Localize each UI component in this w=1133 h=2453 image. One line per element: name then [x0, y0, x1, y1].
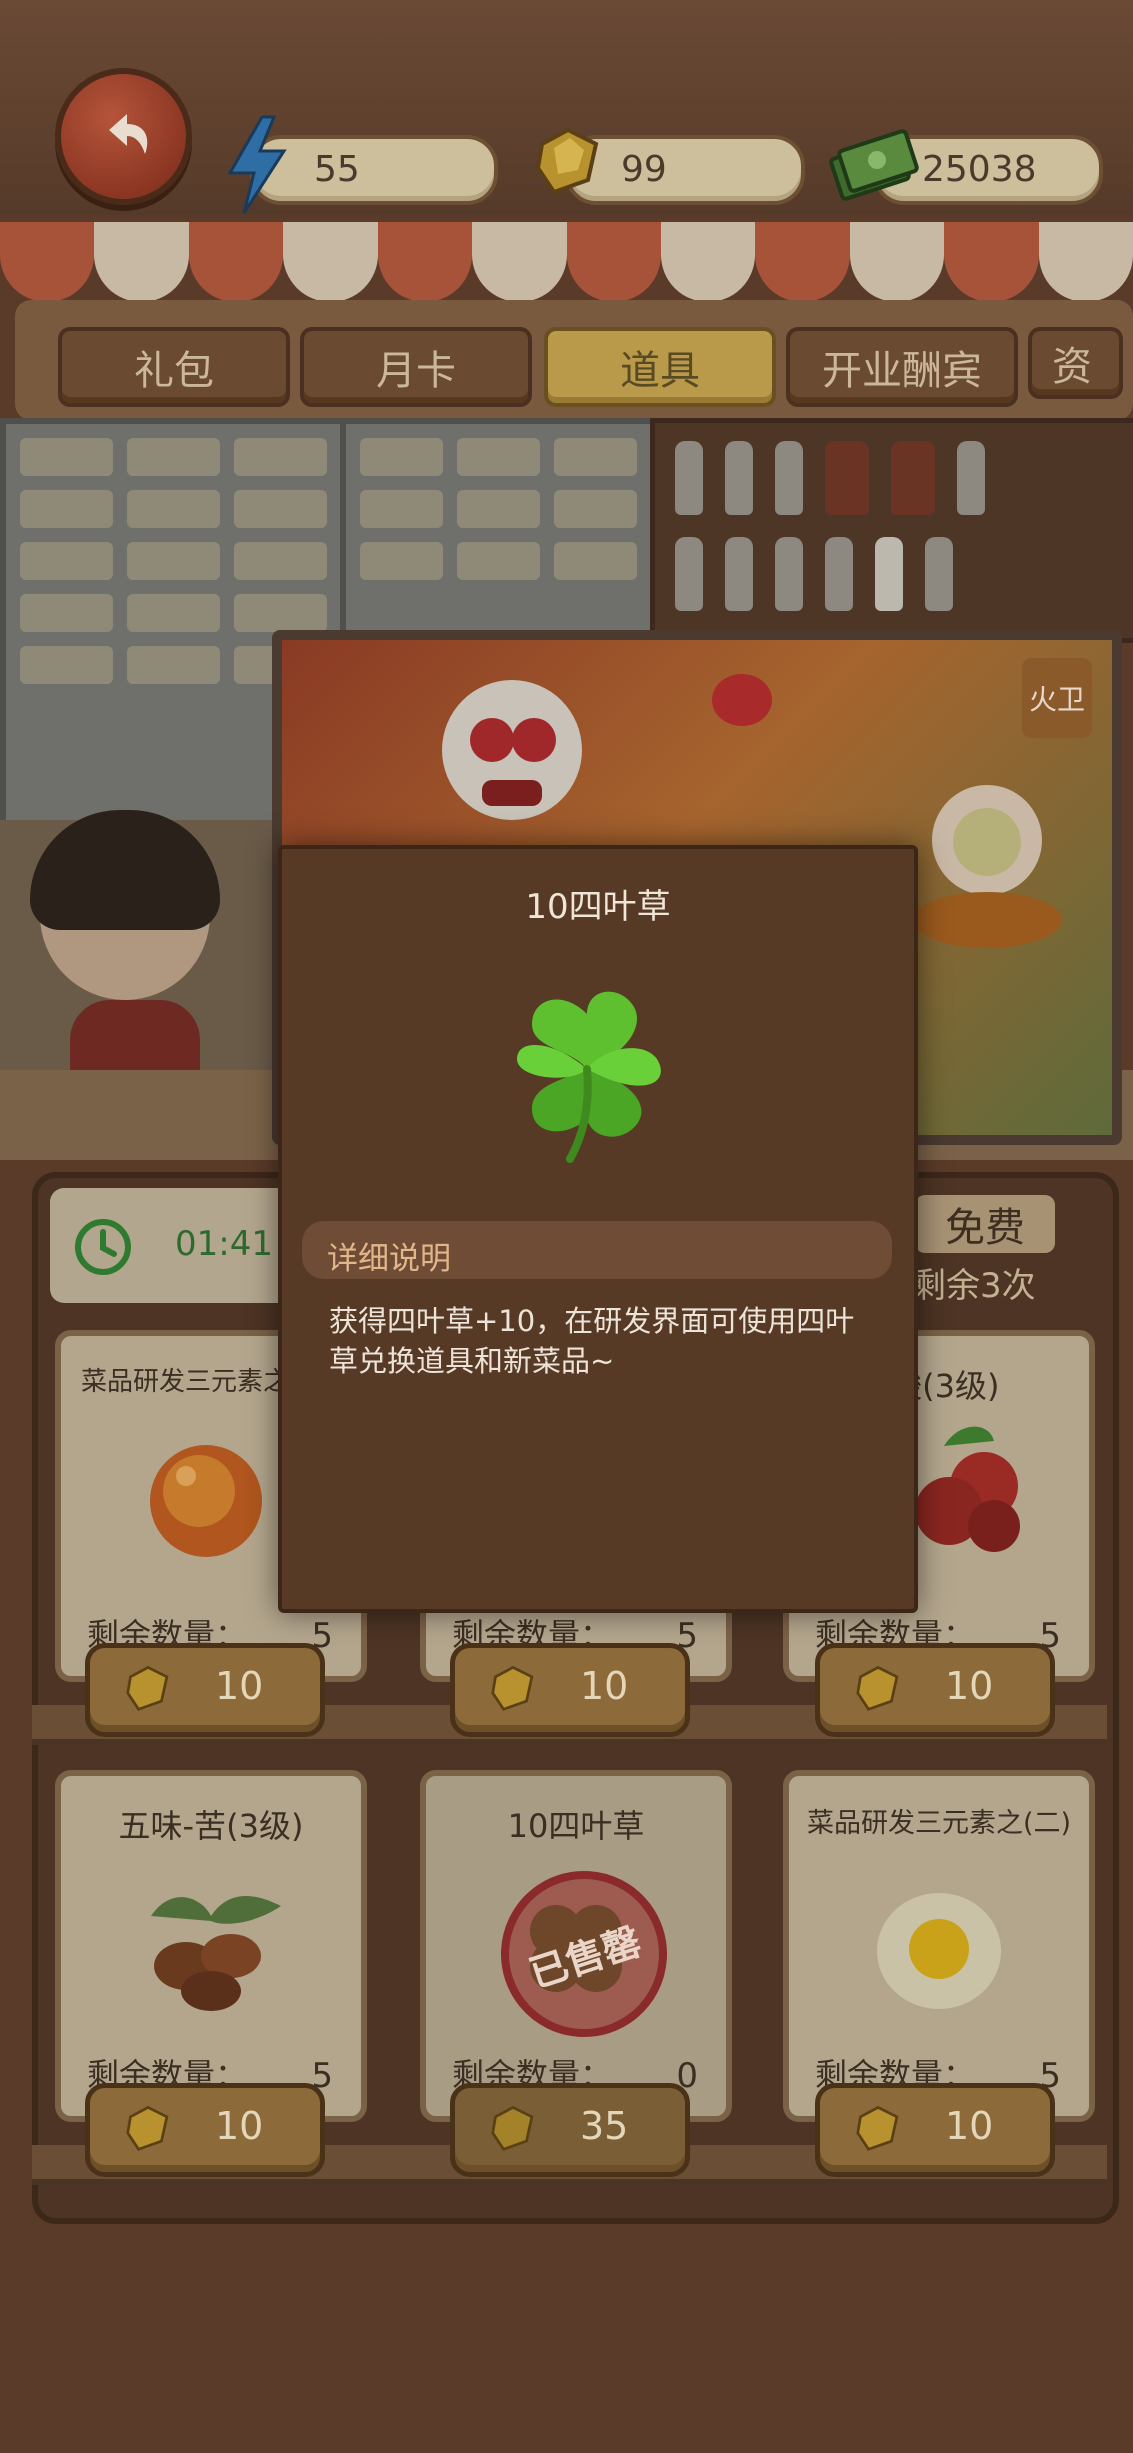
gem-value: 99 — [621, 149, 667, 190]
free-remaining: 剩余3次 — [912, 1266, 1036, 1306]
lantern-icon — [712, 674, 772, 726]
price-value: 10 — [945, 1664, 994, 1708]
item-title: 10四叶草 — [507, 1807, 645, 1845]
banner-logo: 火卫 — [1022, 658, 1092, 738]
buy-button-disabled: 35 — [450, 2083, 690, 2177]
sold-out-label: 已售罄 — [524, 1918, 647, 1996]
free-refresh-button[interactable]: 免费 — [915, 1195, 1055, 1253]
coffee-beans-icon — [151, 1896, 281, 2011]
item-description: 获得四叶草+10，在研发界面可使用四叶草兑换道具和新菜品~ — [329, 1304, 855, 1378]
price-value: 10 — [580, 1664, 629, 1708]
tab-more[interactable]: 资 — [1028, 327, 1123, 399]
modal-title: 10四叶草 — [525, 887, 671, 927]
item-title: 菜品研发三元素之(二) — [806, 1808, 1072, 1839]
price-value: 10 — [215, 2104, 264, 2148]
gem-icon — [126, 2105, 169, 2151]
egg-icon — [877, 1893, 1001, 2009]
item-detail-modal: 10四叶草 详细说明 获得四叶草+10，在研发界面可使用四叶草兑换道具和新菜品~ — [278, 845, 918, 1613]
gem-icon — [491, 1665, 534, 1711]
tab-opening-promo[interactable]: 开业酬宾 — [786, 327, 1018, 407]
gem-icon — [126, 1665, 169, 1711]
clock-icon — [75, 1219, 131, 1275]
lightning-icon — [227, 115, 287, 214]
back-arrow-icon — [108, 113, 147, 154]
buy-button[interactable]: 10 — [85, 2083, 325, 2177]
orange-gem-icon — [150, 1445, 262, 1557]
hawthorn-icon — [915, 1426, 1020, 1552]
gem-icon — [856, 2105, 899, 2151]
cash-icon — [829, 129, 919, 201]
price-value: 35 — [580, 2104, 629, 2148]
bottle-shelf — [650, 418, 1133, 643]
item-card[interactable]: 五味-苦(3级) 剩余数量： 5 — [55, 1770, 367, 2122]
back-button[interactable] — [55, 68, 192, 205]
buy-button[interactable]: 10 — [85, 1643, 325, 1737]
cat-chef-icon — [912, 785, 1062, 948]
buy-button[interactable]: 10 — [815, 2083, 1055, 2177]
description-header: 详细说明 — [302, 1221, 892, 1279]
buy-button[interactable]: 10 — [815, 1643, 1055, 1737]
tab-monthly-card[interactable]: 月卡 — [300, 327, 532, 407]
gem-icon — [535, 127, 599, 195]
fridge-right — [340, 418, 657, 652]
description-heading: 详细说明 — [327, 1241, 451, 1277]
item-card-sold-out: 10四叶草 已售罄 剩余数量： 0 — [420, 1770, 732, 2122]
tab-items[interactable]: 道具 — [544, 327, 776, 407]
buy-button[interactable]: 10 — [450, 1643, 690, 1737]
awning — [0, 222, 1133, 302]
item-card[interactable]: 菜品研发三元素之(二) 剩余数量： 5 — [783, 1770, 1095, 2122]
price-value: 10 — [945, 2104, 994, 2148]
timer-value: 01:41 — [175, 1224, 273, 1264]
item-title: 五味-苦(3级) — [118, 1807, 304, 1845]
gem-icon — [491, 2105, 534, 2151]
tab-gift-pack[interactable]: 礼包 — [58, 327, 290, 407]
price-value: 10 — [215, 1664, 264, 1708]
lion-dance-icon — [442, 680, 582, 820]
cash-value: 25038 — [922, 149, 1037, 190]
gem-icon — [856, 1665, 899, 1711]
energy-value: 55 — [314, 149, 360, 190]
four-leaf-clover-icon — [517, 991, 661, 1163]
